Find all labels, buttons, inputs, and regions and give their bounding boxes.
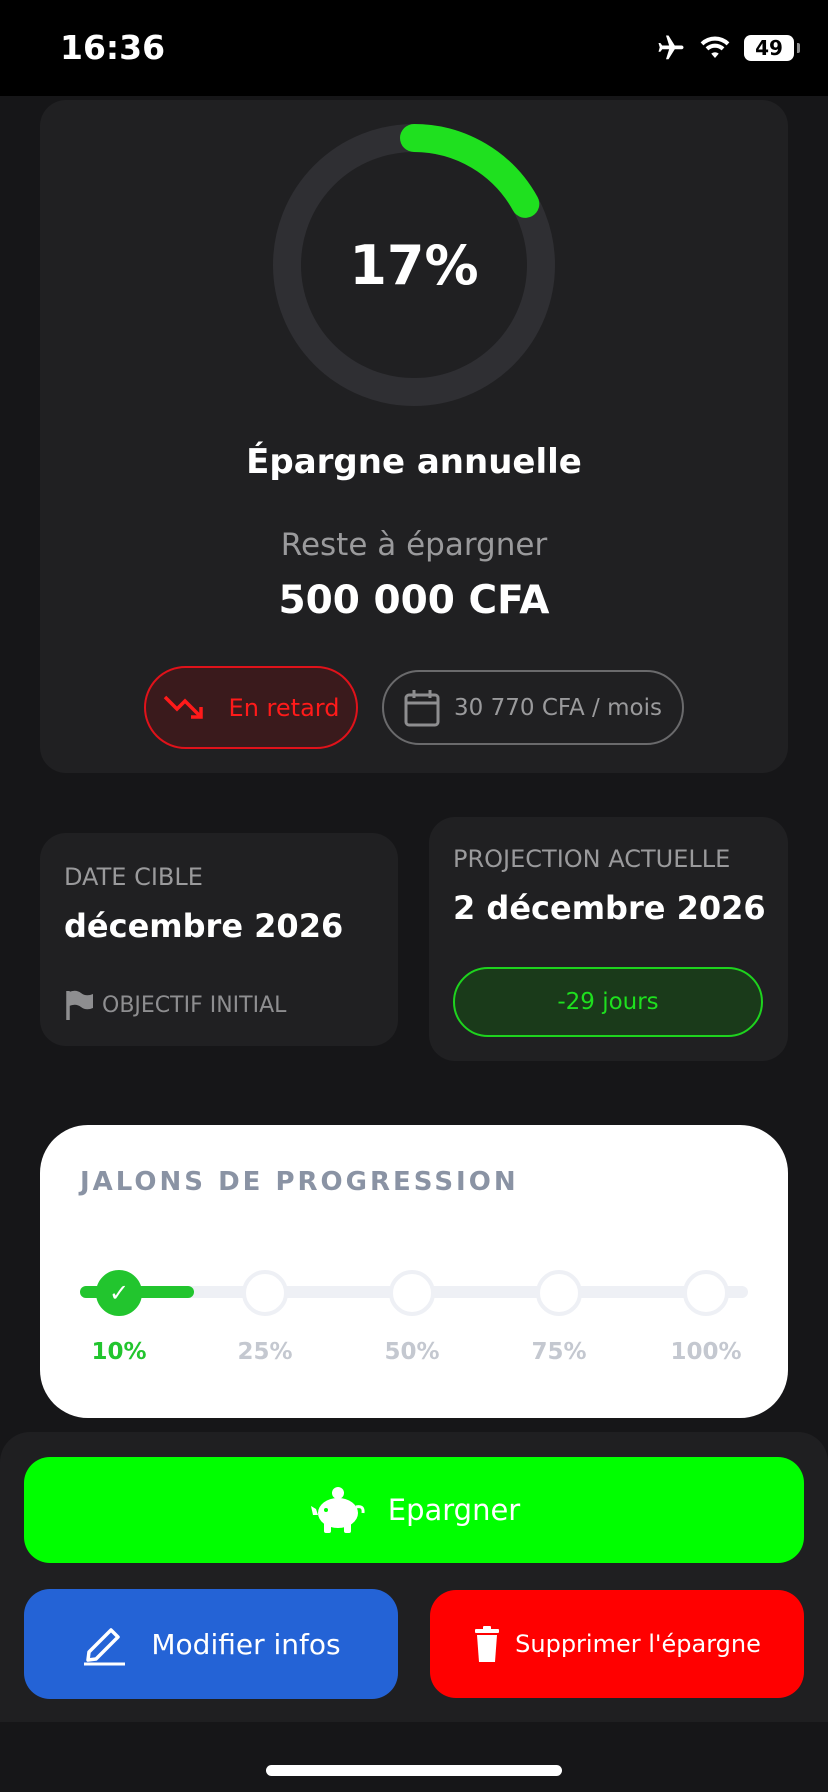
battery-indicator: 49	[744, 35, 800, 61]
save-button-label: Epargner	[387, 1493, 521, 1527]
milestone-node-10: ✓	[96, 1270, 142, 1316]
initial-objective-label: OBJECTIF INITIAL	[102, 992, 287, 1018]
projection-value: 2 décembre 2026	[453, 889, 766, 927]
days-delta-badge: -29 jours	[453, 967, 763, 1037]
save-button[interactable]: Epargner	[24, 1457, 804, 1563]
status-time: 16:36	[60, 28, 166, 67]
monthly-amount-label: 30 770 CFA / mois	[454, 694, 662, 721]
trash-icon	[475, 1626, 500, 1662]
savings-title: Épargne annuelle	[246, 442, 582, 482]
status-badge-late: En retard	[144, 666, 358, 749]
piggy-bank-icon	[310, 1487, 365, 1533]
status-bar: 16:36 49	[0, 0, 828, 96]
edit-info-label: Modifier infos	[151, 1627, 341, 1661]
wifi-icon	[700, 36, 730, 58]
progress-percent: 17%	[349, 233, 479, 297]
target-date-value: décembre 2026	[64, 907, 344, 945]
target-date-card: DATE CIBLE décembre 2026 OBJECTIF INITIA…	[40, 833, 398, 1046]
delete-savings-button[interactable]: Supprimer l'épargne	[430, 1590, 804, 1698]
monthly-amount-badge: 30 770 CFA / mois	[382, 670, 684, 745]
calendar-icon	[404, 689, 440, 726]
milestone-node-75	[536, 1270, 582, 1316]
projection-label: PROJECTION ACTUELLE	[453, 845, 731, 873]
initial-objective: OBJECTIF INITIAL	[64, 989, 286, 1021]
milestone-label: 75%	[531, 1339, 587, 1365]
remaining-label: Reste à épargner	[280, 527, 548, 563]
milestone-label: 100%	[670, 1339, 742, 1365]
delete-savings-label: Supprimer l'épargne	[515, 1630, 761, 1658]
milestone-node-50	[389, 1270, 435, 1316]
projection-card: PROJECTION ACTUELLE 2 décembre 2026 -29 …	[429, 817, 788, 1061]
status-badge-label: En retard	[228, 693, 340, 722]
milestones-title: JALONS DE PROGRESSION	[80, 1167, 519, 1197]
milestone-label: 25%	[237, 1339, 293, 1365]
target-date-label: DATE CIBLE	[64, 863, 203, 891]
remaining-amount: 500 000 CFA	[278, 578, 550, 623]
milestone-label: 10%	[91, 1339, 147, 1365]
milestone-node-25	[242, 1270, 288, 1316]
trending-down-icon	[163, 695, 203, 719]
checkmark-icon: ✓	[108, 1279, 130, 1307]
home-indicator	[266, 1765, 562, 1776]
pencil-icon	[84, 1628, 126, 1666]
flag-icon	[66, 990, 93, 1020]
milestone-node-100	[683, 1270, 729, 1316]
status-icons: 49	[656, 33, 800, 63]
airplane-icon	[658, 35, 684, 60]
milestone-label: 50%	[384, 1339, 440, 1365]
milestones-card: JALONS DE PROGRESSION ✓ 10% 25% 50% 75% …	[40, 1125, 788, 1418]
edit-info-button[interactable]: Modifier infos	[24, 1589, 398, 1699]
